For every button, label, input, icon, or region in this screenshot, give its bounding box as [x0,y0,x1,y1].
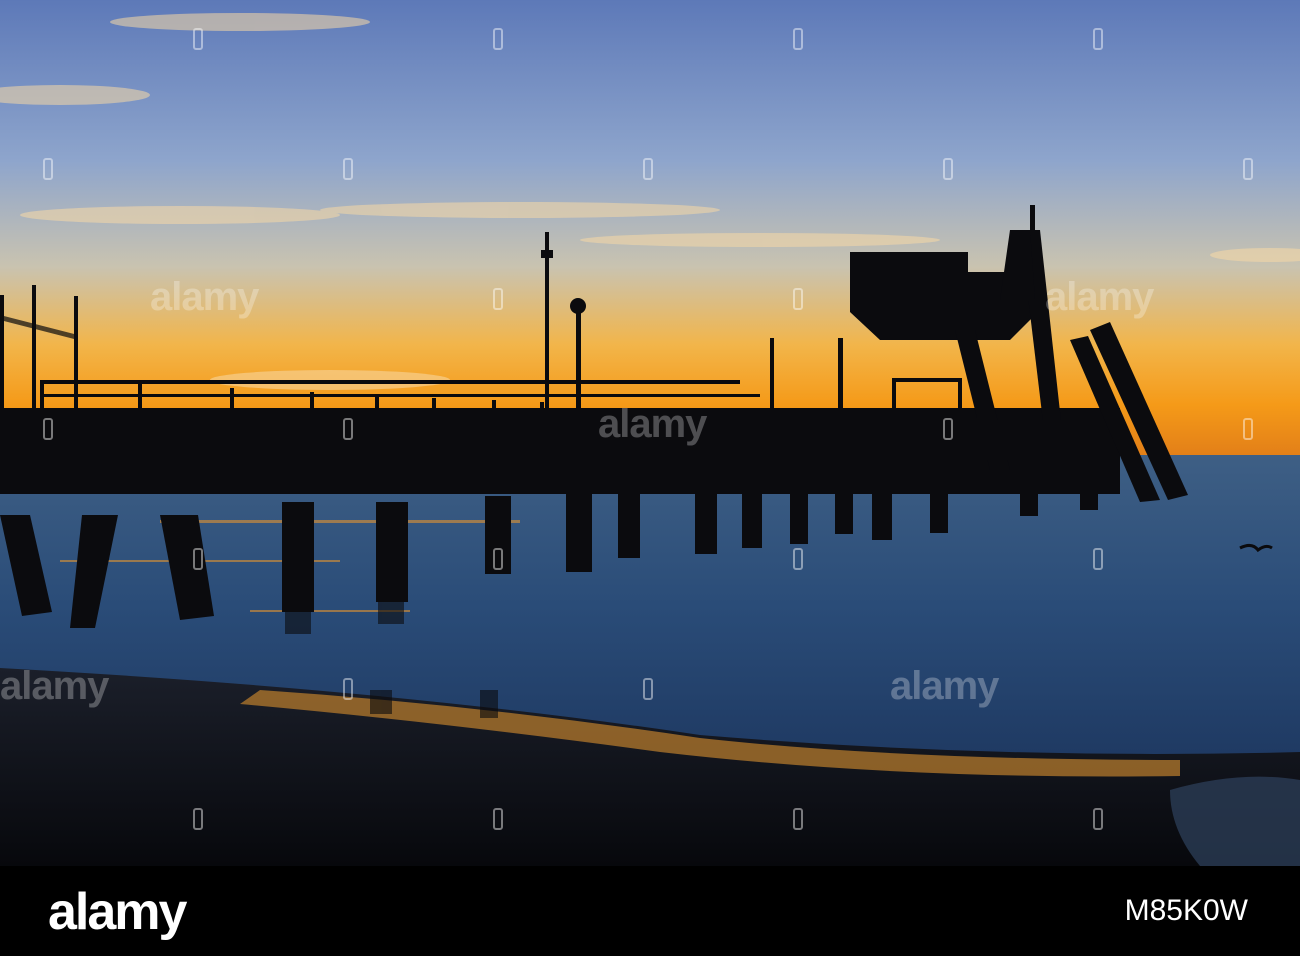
watermark-icon [493,28,503,50]
watermark-icon [793,548,803,570]
watermark-icon [343,418,353,440]
footer-bar: alamy M85K0W [0,866,1300,956]
watermark-icon [193,28,203,50]
watermark-icon [1243,418,1253,440]
watermark-icon [1093,808,1103,830]
watermark-text: alamy [598,402,707,446]
alamy-logo: alamy [48,883,187,941]
sunset-pier-photo: alamy alamy alamy alamy alamy [0,0,1300,866]
watermark-icon [643,158,653,180]
watermark-icon [1093,28,1103,50]
watermark-icon [343,158,353,180]
watermark-icon [1243,158,1253,180]
watermark-icon [793,28,803,50]
watermark-icon [193,808,203,830]
image-id: M85K0W [1124,894,1248,927]
watermark-icon [643,678,653,700]
watermark-icon [193,548,203,570]
watermark-icon [493,288,503,310]
watermark-icon [793,808,803,830]
watermark-icon [43,418,53,440]
watermark-text: alamy [0,664,109,708]
watermark-icon [943,418,953,440]
watermark-text: alamy [150,275,259,319]
watermark-icon [793,288,803,310]
watermark-icon [493,548,503,570]
watermark-text: alamy [1045,275,1154,319]
watermark-icon [343,678,353,700]
watermark-icon [1093,548,1103,570]
watermark-icon [493,808,503,830]
watermark-text: alamy [890,664,999,708]
watermark-icon [943,158,953,180]
watermark-icon [43,158,53,180]
